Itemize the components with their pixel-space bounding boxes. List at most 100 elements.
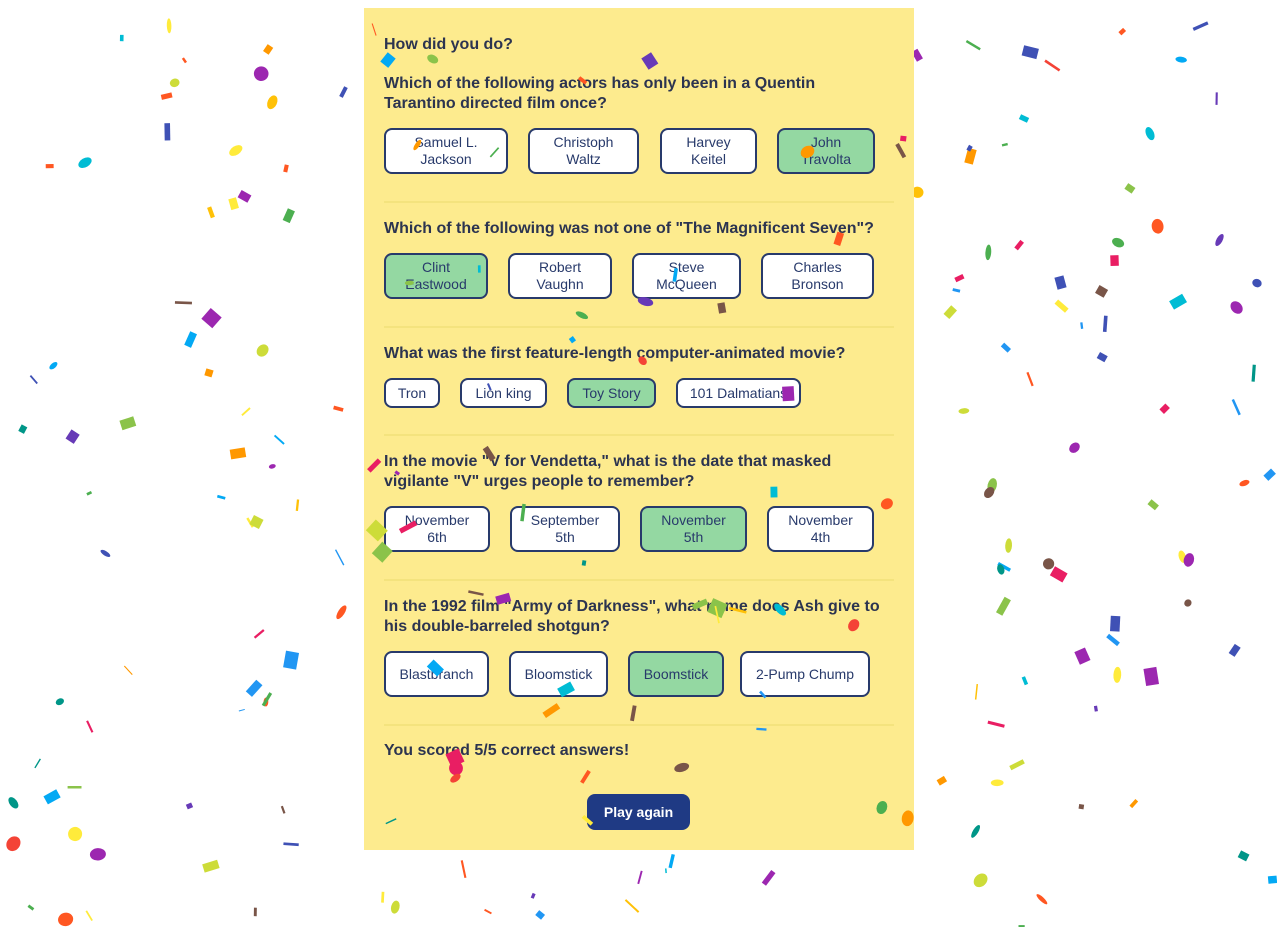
confetti-piece — [86, 720, 94, 733]
answer-option-selected[interactable]: Toy Story — [567, 378, 656, 408]
confetti-piece — [484, 908, 492, 915]
answer-option[interactable]: Lion king — [460, 378, 547, 408]
divider — [384, 326, 894, 328]
confetti-piece — [261, 692, 273, 707]
play-again-button[interactable]: Play again — [587, 794, 690, 830]
confetti-piece — [1014, 239, 1024, 251]
confetti-piece — [283, 842, 299, 847]
confetti-piece — [996, 596, 1011, 616]
answer-option-selected[interactable]: Clint Eastwood — [384, 253, 488, 299]
confetti-piece — [333, 405, 344, 412]
confetti-piece — [1129, 799, 1139, 809]
answer-option[interactable]: Harvey Keitel — [660, 128, 757, 174]
divider — [384, 724, 894, 726]
confetti-piece — [78, 157, 92, 169]
question-text: Which of the following was not one of "T… — [384, 220, 874, 237]
confetti-piece — [1049, 566, 1068, 583]
confetti-piece — [1110, 615, 1121, 632]
confetti-piece — [1183, 553, 1195, 567]
confetti-piece — [1005, 538, 1013, 553]
confetti-piece — [283, 164, 289, 173]
confetti-piece — [1267, 875, 1277, 884]
confetti-piece — [119, 34, 124, 42]
confetti-piece — [1110, 255, 1119, 266]
question-text: Which of the following actors has only b… — [384, 75, 816, 112]
confetti-piece — [1112, 237, 1125, 248]
confetti-piece — [85, 910, 93, 922]
answer-option[interactable]: Bloomstick — [509, 651, 608, 697]
confetti-piece — [1000, 342, 1011, 353]
confetti-piece — [1252, 278, 1262, 288]
confetti-piece — [965, 40, 981, 51]
confetti-piece — [1093, 705, 1098, 712]
answer-option[interactable]: Blastbranch — [384, 651, 489, 697]
confetti-piece — [1021, 45, 1039, 60]
confetti-piece — [6, 836, 21, 852]
answer-option[interactable]: November 4th — [767, 506, 874, 552]
question-text: In the 1992 film "Army of Darkness", wha… — [384, 598, 880, 635]
confetti-piece — [1118, 27, 1127, 36]
answer-option[interactable]: Tron — [384, 378, 440, 408]
confetti-piece — [263, 44, 274, 55]
confetti-piece — [665, 868, 667, 874]
confetti-piece — [267, 95, 278, 110]
confetti-piece — [964, 147, 977, 165]
confetti-piece — [29, 375, 38, 385]
answer-option-selected[interactable]: Boomstick — [628, 651, 724, 697]
confetti-piece — [984, 486, 995, 499]
confetti-piece — [8, 797, 19, 809]
confetti-piece — [184, 331, 198, 348]
confetti-piece — [1230, 301, 1243, 314]
answer-option[interactable]: 101 Dalmatians — [676, 378, 801, 408]
answer-option[interactable]: Christoph Waltz — [528, 128, 639, 174]
confetti-piece — [246, 517, 254, 528]
confetti-piece — [336, 605, 347, 620]
confetti-piece — [1192, 21, 1209, 31]
confetti-piece — [160, 92, 173, 100]
confetti-piece — [997, 564, 1005, 575]
confetti-piece — [1113, 666, 1122, 683]
confetti-piece — [990, 779, 1004, 787]
confetti-piece — [280, 805, 286, 814]
confetti-piece — [201, 307, 222, 329]
confetti-piece — [34, 758, 41, 769]
confetti-piece — [1169, 293, 1187, 310]
confetti-piece — [1228, 643, 1241, 657]
answer-option[interactable]: Charles Bronson — [761, 253, 874, 299]
confetti-piece — [295, 499, 300, 512]
confetti-piece — [68, 826, 83, 842]
confetti-piece — [943, 305, 958, 320]
question-5: In the 1992 film "Army of Darkness", wha… — [384, 597, 894, 697]
confetti-piece — [954, 274, 965, 283]
confetti-piece — [185, 802, 194, 810]
confetti-piece — [253, 907, 257, 917]
confetti-piece — [997, 562, 1012, 572]
confetti-piece — [1074, 647, 1091, 665]
answer-option-selected[interactable]: November 5th — [640, 506, 747, 552]
quiz-results-panel: How did you do? Which of the following a… — [364, 8, 914, 850]
confetti-piece — [1078, 804, 1085, 810]
confetti-piece — [253, 66, 269, 81]
confetti-piece — [1009, 759, 1025, 771]
confetti-piece — [166, 18, 172, 34]
confetti-piece — [283, 650, 300, 670]
confetti-piece — [164, 123, 171, 141]
answer-option[interactable]: September 5th — [510, 506, 620, 552]
confetti-piece — [381, 891, 385, 903]
answer-option-selected[interactable]: John Travolta — [777, 128, 875, 174]
score-text: You scored 5/5 correct answers! — [384, 742, 630, 759]
confetti-piece — [1054, 299, 1069, 313]
confetti-piece — [1044, 59, 1061, 72]
confetti-piece — [123, 665, 133, 675]
question-3: What was the first feature-length comput… — [384, 344, 894, 408]
confetti-piece — [668, 854, 675, 869]
confetti-piece — [169, 78, 180, 88]
answer-option[interactable]: 2-Pump Chump — [740, 651, 870, 697]
confetti-piece — [1095, 285, 1109, 298]
answer-option[interactable]: Samuel L. Jackson — [384, 128, 508, 174]
answer-option[interactable]: November 6th — [384, 506, 490, 552]
confetti-piece — [1026, 371, 1034, 387]
answer-option[interactable]: Robert Vaughn — [508, 253, 612, 299]
question-2: Which of the following was not one of "T… — [384, 219, 894, 299]
answer-option[interactable]: Steve McQueen — [632, 253, 741, 299]
